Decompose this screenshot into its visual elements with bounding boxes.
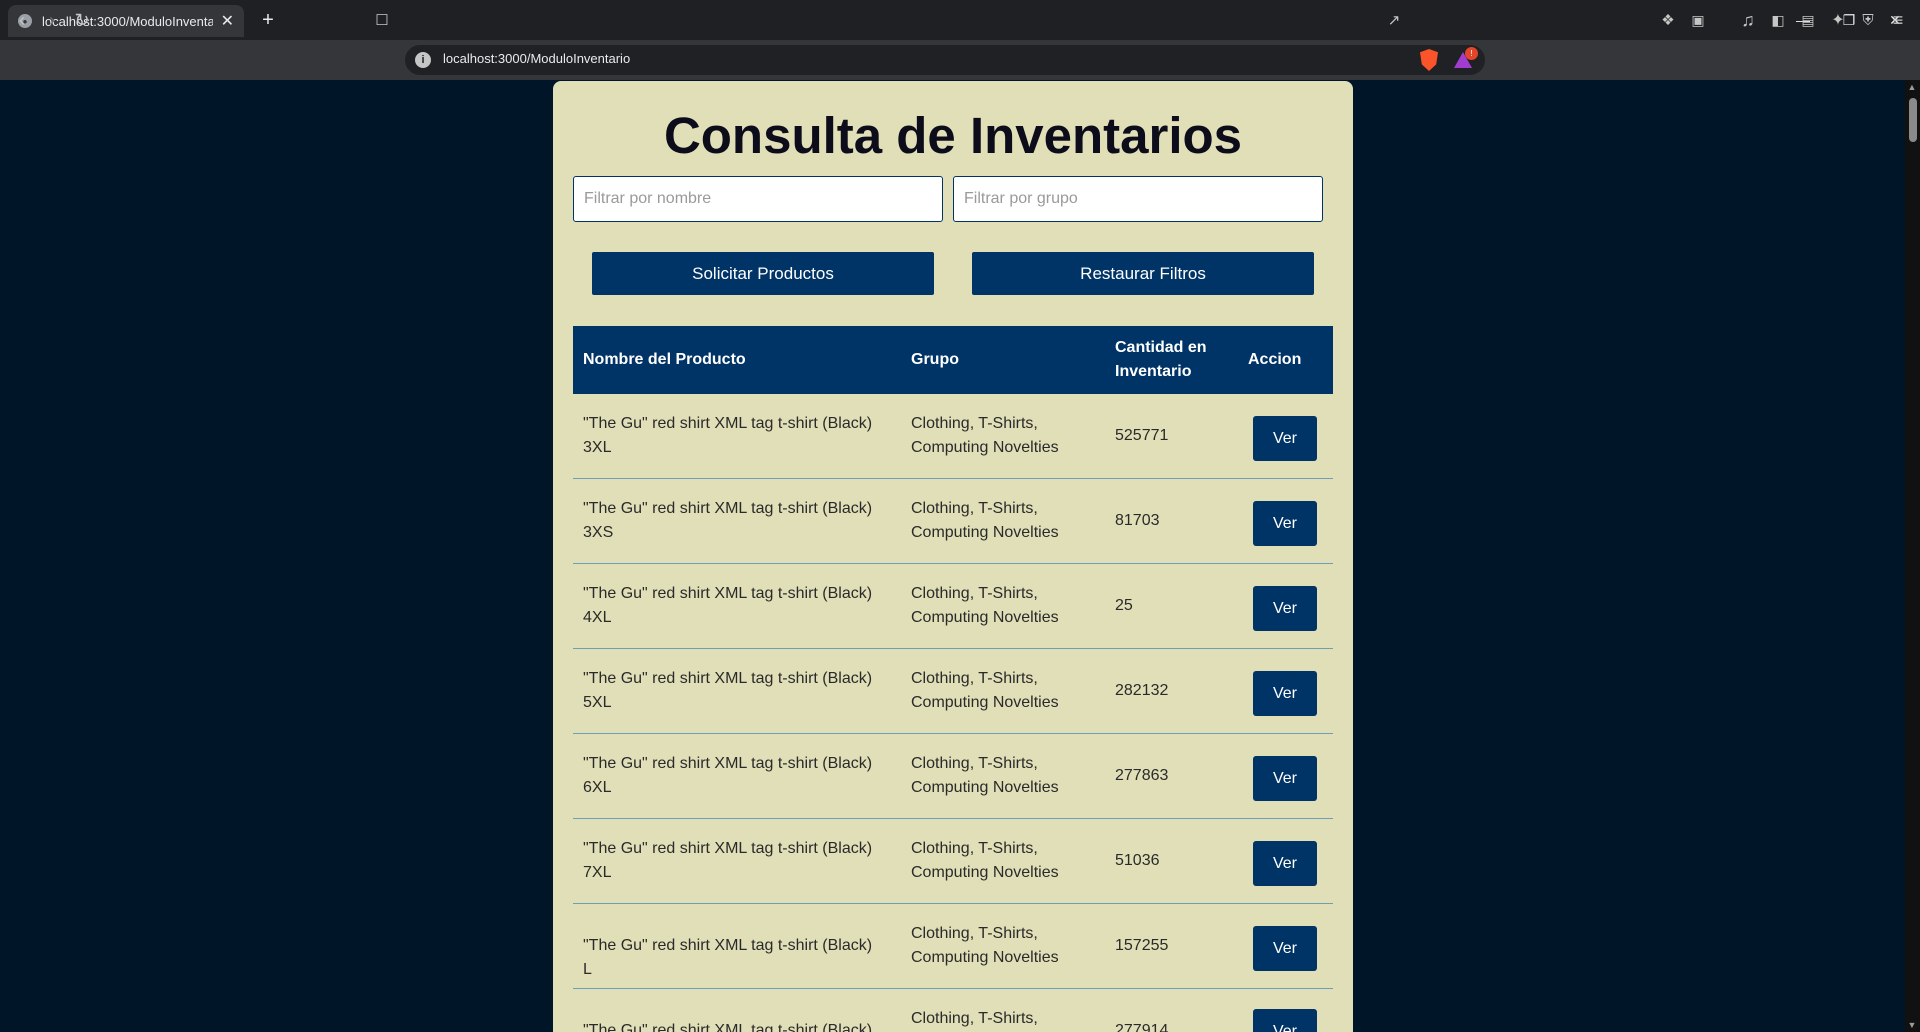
- tab-close-icon[interactable]: ✕: [221, 11, 234, 31]
- view-button[interactable]: Ver: [1253, 586, 1317, 631]
- group-cell: Clothing, T-Shirts, Computing Novelties: [911, 585, 1059, 626]
- filter-name-input[interactable]: [573, 176, 943, 222]
- group-cell: Clothing, T-Shirts, Computing Novelties: [911, 755, 1059, 796]
- view-button[interactable]: Ver: [1253, 416, 1317, 461]
- header-quantity-line2: Inventario: [1115, 363, 1192, 380]
- table-row: "The Gu" red shirt XML tag t-shirt (Blac…: [573, 989, 1333, 1032]
- view-button[interactable]: Ver: [1253, 841, 1317, 886]
- view-button[interactable]: Ver: [1253, 671, 1317, 716]
- media-icon[interactable]: ♫: [1736, 8, 1760, 32]
- group-cell: Clothing, T-Shirts, Computing Novelties: [911, 500, 1059, 541]
- page-title: Consulta de Inventarios: [663, 107, 1243, 164]
- quantity-cell: 51036: [1115, 852, 1160, 869]
- view-button[interactable]: Ver: [1253, 926, 1317, 971]
- header-product-name: Nombre del Producto: [583, 351, 746, 368]
- rewards-badge: !: [1465, 47, 1478, 60]
- page-scrollbar[interactable]: [1905, 80, 1920, 1032]
- leo-ai-icon[interactable]: ✦: [1826, 8, 1850, 32]
- group-cell: Clothing, T-Shirts, Computing Novelties: [911, 670, 1059, 711]
- forward-arrow-icon[interactable]: ›: [40, 8, 64, 32]
- wallet-icon[interactable]: ▤: [1796, 8, 1820, 32]
- table-row: "The Gu" red shirt XML tag t-shirt (Blac…: [573, 734, 1333, 819]
- view-button[interactable]: Ver: [1253, 756, 1317, 801]
- back-arrow-icon[interactable]: ‹: [10, 8, 34, 32]
- header-group: Grupo: [911, 351, 959, 368]
- reload-icon[interactable]: ↻: [70, 8, 94, 32]
- product-name-cell: "The Gu" red shirt XML tag t-shirt (Blac…: [583, 670, 873, 711]
- product-name-cell: "The Gu" red shirt XML tag t-shirt (Blac…: [583, 840, 873, 881]
- site-info-icon[interactable]: i: [415, 52, 431, 68]
- product-name-cell: "The Gu" red shirt XML tag t-shirt (Blac…: [583, 585, 873, 626]
- scrollbar-thumb[interactable]: [1909, 98, 1917, 142]
- view-button[interactable]: Ver: [1253, 1009, 1317, 1032]
- group-cell: Clothing, T-Shirts, Computing Novelties: [911, 415, 1059, 456]
- table-row: "The Gu" red shirt XML tag t-shirt (Blac…: [573, 394, 1333, 479]
- new-tab-button[interactable]: +: [256, 8, 280, 32]
- product-name-cell: "The Gu" red shirt XML tag t-shirt (Blac…: [583, 937, 873, 978]
- table-row: "The Gu" red shirt XML tag t-shirt (Blac…: [573, 649, 1333, 734]
- bookmark-icon[interactable]: ☐: [370, 8, 394, 32]
- extensions-icon[interactable]: ❖: [1656, 8, 1680, 32]
- table-row: "The Gu" red shirt XML tag t-shirt (Blac…: [573, 564, 1333, 649]
- quantity-cell: 525771: [1115, 427, 1169, 444]
- menu-icon[interactable]: ≡: [1886, 8, 1910, 32]
- product-name-cell: "The Gu" red shirt XML tag t-shirt (Blac…: [583, 500, 873, 541]
- group-cell: Clothing, T-Shirts, Computing Novelties: [911, 925, 1059, 966]
- browser-tab-strip: ● localhost:3000/ModuloInventario ✕ + — …: [0, 0, 1920, 40]
- table-row: "The Gu" red shirt XML tag t-shirt (Blac…: [573, 904, 1333, 989]
- request-products-button[interactable]: Solicitar Productos: [592, 252, 934, 295]
- tab-title: localhost:3000/ModuloInventario: [42, 13, 213, 29]
- header-quantity-line1: Cantidad en: [1115, 339, 1207, 356]
- quantity-cell: 25: [1115, 597, 1133, 614]
- header-quantity: Cantidad en Inventario: [1115, 336, 1207, 384]
- share-icon[interactable]: ↗: [1382, 8, 1406, 32]
- scroll-up-arrow-icon[interactable]: ▲: [1907, 82, 1917, 92]
- product-name-cell: "The Gu" red shirt XML tag t-shirt (Blac…: [583, 1022, 873, 1032]
- product-name-cell: "The Gu" red shirt XML tag t-shirt (Blac…: [583, 755, 873, 796]
- product-name-cell: "The Gu" red shirt XML tag t-shirt (Blac…: [583, 415, 873, 456]
- url-text[interactable]: localhost:3000/ModuloInventario: [443, 51, 630, 66]
- table-row: "The Gu" red shirt XML tag t-shirt (Blac…: [573, 819, 1333, 904]
- group-cell: Clothing, T-Shirts, Computing Novelties: [911, 840, 1059, 881]
- scroll-down-arrow-icon[interactable]: ▼: [1907, 1020, 1917, 1030]
- table-row: "The Gu" red shirt XML tag t-shirt (Blac…: [573, 479, 1333, 564]
- header-action: Accion: [1248, 351, 1302, 368]
- group-cell: Clothing, T-Shirts,: [911, 1010, 1038, 1027]
- vpn-shield-icon[interactable]: ⛨: [1856, 8, 1880, 32]
- quantity-cell: 282132: [1115, 682, 1169, 699]
- quantity-cell: 81703: [1115, 512, 1160, 529]
- reset-filters-button[interactable]: Restaurar Filtros: [972, 252, 1314, 295]
- quantity-cell: 157255: [1115, 937, 1169, 954]
- sidebar-icon[interactable]: ◧: [1766, 8, 1790, 32]
- quantity-cell: 277863: [1115, 767, 1169, 784]
- view-button[interactable]: Ver: [1253, 501, 1317, 546]
- quantity-cell: 277914: [1115, 1022, 1169, 1032]
- table-header: Nombre del Producto Grupo Cantidad en In…: [573, 326, 1333, 394]
- filter-group-input[interactable]: [953, 176, 1323, 222]
- reader-mode-icon[interactable]: ▣: [1686, 8, 1710, 32]
